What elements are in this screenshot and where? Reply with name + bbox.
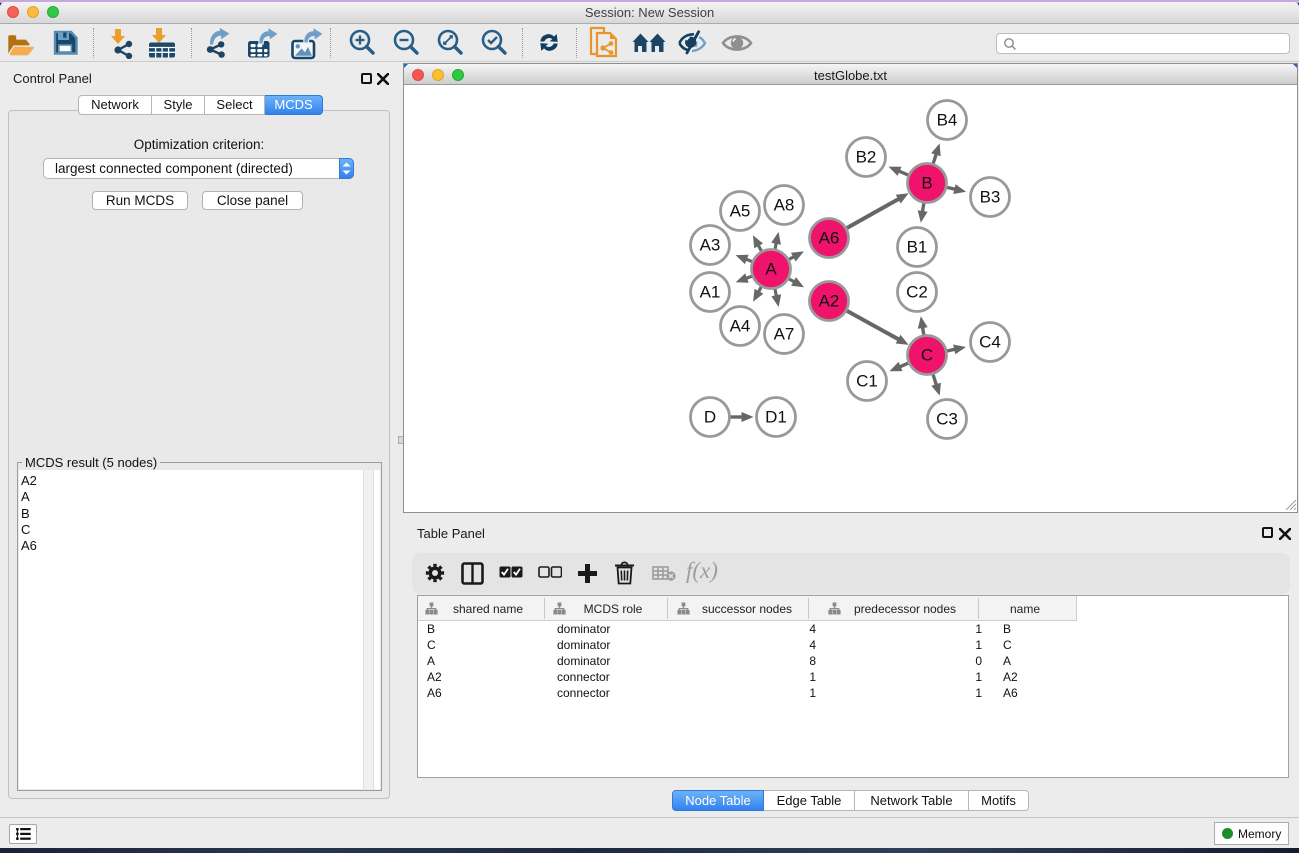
svg-text:B3: B3 — [980, 188, 1001, 207]
svg-text:D: D — [704, 408, 716, 427]
svg-text:A5: A5 — [730, 202, 751, 221]
svg-text:B4: B4 — [937, 111, 958, 130]
svg-text:A: A — [765, 260, 777, 279]
svg-text:C: C — [921, 346, 933, 365]
svg-text:A8: A8 — [774, 196, 795, 215]
svg-text:A3: A3 — [700, 236, 721, 255]
svg-text:B: B — [921, 174, 932, 193]
svg-text:C1: C1 — [856, 372, 878, 391]
svg-text:C4: C4 — [979, 333, 1001, 352]
svg-text:A7: A7 — [774, 325, 795, 344]
svg-text:C2: C2 — [906, 283, 928, 302]
svg-text:A4: A4 — [730, 317, 751, 336]
svg-text:D1: D1 — [765, 408, 787, 427]
svg-text:C3: C3 — [936, 410, 958, 429]
svg-text:A2: A2 — [819, 292, 840, 311]
svg-text:B1: B1 — [907, 238, 928, 257]
svg-text:A6: A6 — [819, 229, 840, 248]
svg-text:A1: A1 — [700, 283, 721, 302]
svg-text:B2: B2 — [856, 148, 877, 167]
